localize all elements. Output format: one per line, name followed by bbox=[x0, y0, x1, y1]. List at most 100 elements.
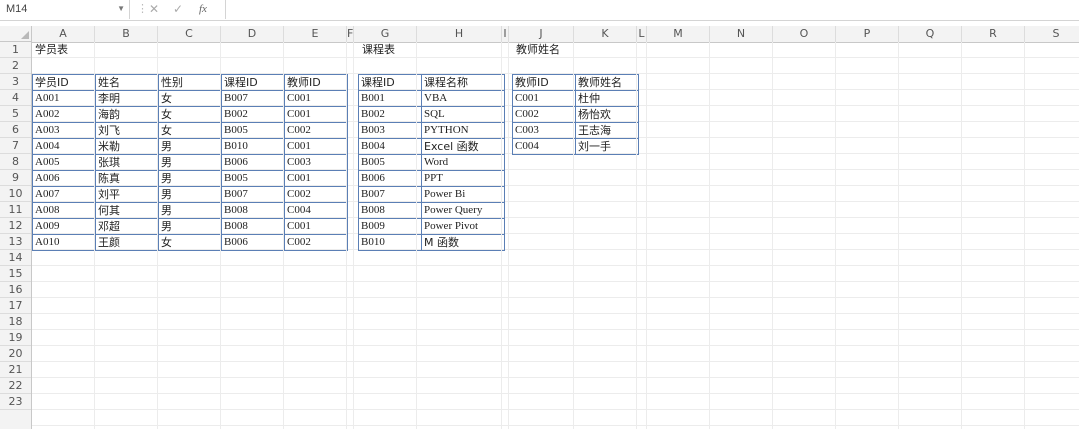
row-header-11[interactable]: 11 bbox=[0, 202, 31, 218]
row-header-6[interactable]: 6 bbox=[0, 122, 31, 138]
course-cell[interactable]: B004 bbox=[358, 138, 422, 155]
column-header-b[interactable]: B bbox=[95, 26, 158, 42]
student-cell[interactable]: 李明 bbox=[95, 90, 159, 107]
formula-input[interactable] bbox=[225, 0, 1079, 19]
course-cell[interactable]: PYTHON bbox=[421, 122, 505, 139]
teacher-cell[interactable]: 杨怡欢 bbox=[575, 106, 639, 123]
teacher-cell[interactable]: 教师ID bbox=[512, 74, 576, 91]
title-teachers[interactable]: 教师姓名 bbox=[514, 42, 594, 58]
student-cell[interactable]: 男 bbox=[158, 202, 222, 219]
course-cell[interactable]: B006 bbox=[358, 170, 422, 187]
student-cell[interactable]: A010 bbox=[32, 234, 96, 251]
row-header-18[interactable]: 18 bbox=[0, 314, 31, 330]
column-header-d[interactable]: D bbox=[221, 26, 284, 42]
student-cell[interactable]: C001 bbox=[284, 218, 348, 235]
row-header-1[interactable]: 1 bbox=[0, 42, 31, 58]
course-cell[interactable]: B001 bbox=[358, 90, 422, 107]
student-cell[interactable]: 王颜 bbox=[95, 234, 159, 251]
student-cell[interactable]: 男 bbox=[158, 138, 222, 155]
student-cell[interactable]: B008 bbox=[221, 202, 285, 219]
student-cell[interactable]: B010 bbox=[221, 138, 285, 155]
teacher-cell[interactable]: C004 bbox=[512, 138, 576, 155]
course-cell[interactable]: SQL bbox=[421, 106, 505, 123]
student-cell[interactable]: 张琪 bbox=[95, 154, 159, 171]
row-header-7[interactable]: 7 bbox=[0, 138, 31, 154]
course-cell[interactable]: Power Query bbox=[421, 202, 505, 219]
column-header-c[interactable]: C bbox=[158, 26, 221, 42]
course-cell[interactable]: VBA bbox=[421, 90, 505, 107]
row-header-16[interactable]: 16 bbox=[0, 282, 31, 298]
student-cell[interactable]: A006 bbox=[32, 170, 96, 187]
student-cell[interactable]: A007 bbox=[32, 186, 96, 203]
column-header-m[interactable]: M bbox=[647, 26, 710, 42]
student-cell[interactable]: B002 bbox=[221, 106, 285, 123]
column-header-f[interactable]: F bbox=[347, 26, 354, 42]
course-cell[interactable]: B002 bbox=[358, 106, 422, 123]
student-cell[interactable]: A004 bbox=[32, 138, 96, 155]
row-header-5[interactable]: 5 bbox=[0, 106, 31, 122]
course-cell[interactable]: B003 bbox=[358, 122, 422, 139]
course-cell[interactable]: B009 bbox=[358, 218, 422, 235]
row-header-12[interactable]: 12 bbox=[0, 218, 31, 234]
name-box[interactable]: M14 ▼ bbox=[0, 0, 130, 19]
column-header-k[interactable]: K bbox=[574, 26, 637, 42]
row-header-9[interactable]: 9 bbox=[0, 170, 31, 186]
student-cell[interactable]: 刘平 bbox=[95, 186, 159, 203]
student-cell[interactable]: B007 bbox=[221, 186, 285, 203]
student-cell[interactable]: C002 bbox=[284, 122, 348, 139]
student-cell[interactable]: 米勒 bbox=[95, 138, 159, 155]
course-cell[interactable]: B007 bbox=[358, 186, 422, 203]
student-cell[interactable]: B006 bbox=[221, 234, 285, 251]
student-cell[interactable]: 男 bbox=[158, 218, 222, 235]
student-cell[interactable]: 姓名 bbox=[95, 74, 159, 91]
student-cell[interactable]: 男 bbox=[158, 154, 222, 171]
student-cell[interactable]: A003 bbox=[32, 122, 96, 139]
column-header-h[interactable]: H bbox=[417, 26, 502, 42]
student-cell[interactable]: 性别 bbox=[158, 74, 222, 91]
student-cell[interactable]: C001 bbox=[284, 170, 348, 187]
student-cell[interactable]: 课程ID bbox=[221, 74, 285, 91]
course-cell[interactable]: B010 bbox=[358, 234, 422, 251]
student-cell[interactable]: B005 bbox=[221, 170, 285, 187]
column-header-q[interactable]: Q bbox=[899, 26, 962, 42]
student-cell[interactable]: B006 bbox=[221, 154, 285, 171]
student-cell[interactable]: A008 bbox=[32, 202, 96, 219]
student-cell[interactable]: A002 bbox=[32, 106, 96, 123]
chevron-down-icon[interactable]: ▼ bbox=[117, 0, 125, 18]
confirm-icon[interactable]: ✓ bbox=[173, 0, 183, 18]
column-header-s[interactable]: S bbox=[1025, 26, 1079, 42]
row-header-14[interactable]: 14 bbox=[0, 250, 31, 266]
course-cell[interactable]: M 函数 bbox=[421, 234, 505, 251]
student-cell[interactable]: B005 bbox=[221, 122, 285, 139]
row-header-20[interactable]: 20 bbox=[0, 346, 31, 362]
student-cell[interactable]: 女 bbox=[158, 106, 222, 123]
column-header-a[interactable]: A bbox=[32, 26, 95, 42]
row-header-17[interactable]: 17 bbox=[0, 298, 31, 314]
student-cell[interactable]: C002 bbox=[284, 186, 348, 203]
teacher-cell[interactable]: 杜仲 bbox=[575, 90, 639, 107]
teacher-cell[interactable]: 刘一手 bbox=[575, 138, 639, 155]
insert-function-button[interactable]: fx bbox=[199, 0, 207, 18]
row-header-8[interactable]: 8 bbox=[0, 154, 31, 170]
row-header-13[interactable]: 13 bbox=[0, 234, 31, 250]
row-header-3[interactable]: 3 bbox=[0, 74, 31, 90]
column-header-l[interactable]: L bbox=[637, 26, 647, 42]
student-cell[interactable]: 陈真 bbox=[95, 170, 159, 187]
column-header-e[interactable]: E bbox=[284, 26, 347, 42]
column-header-n[interactable]: N bbox=[710, 26, 773, 42]
row-header-21[interactable]: 21 bbox=[0, 362, 31, 378]
student-cell[interactable]: C001 bbox=[284, 90, 348, 107]
student-cell[interactable]: A005 bbox=[32, 154, 96, 171]
row-header-19[interactable]: 19 bbox=[0, 330, 31, 346]
row-header-4[interactable]: 4 bbox=[0, 90, 31, 106]
student-cell[interactable]: B007 bbox=[221, 90, 285, 107]
student-cell[interactable]: B008 bbox=[221, 218, 285, 235]
student-cell[interactable]: A009 bbox=[32, 218, 96, 235]
course-cell[interactable]: Power Pivot bbox=[421, 218, 505, 235]
column-header-r[interactable]: R bbox=[962, 26, 1025, 42]
student-cell[interactable]: 海韵 bbox=[95, 106, 159, 123]
row-header-22[interactable]: 22 bbox=[0, 378, 31, 394]
teacher-cell[interactable]: C003 bbox=[512, 122, 576, 139]
student-cell[interactable]: C001 bbox=[284, 106, 348, 123]
column-header-j[interactable]: J bbox=[509, 26, 574, 42]
